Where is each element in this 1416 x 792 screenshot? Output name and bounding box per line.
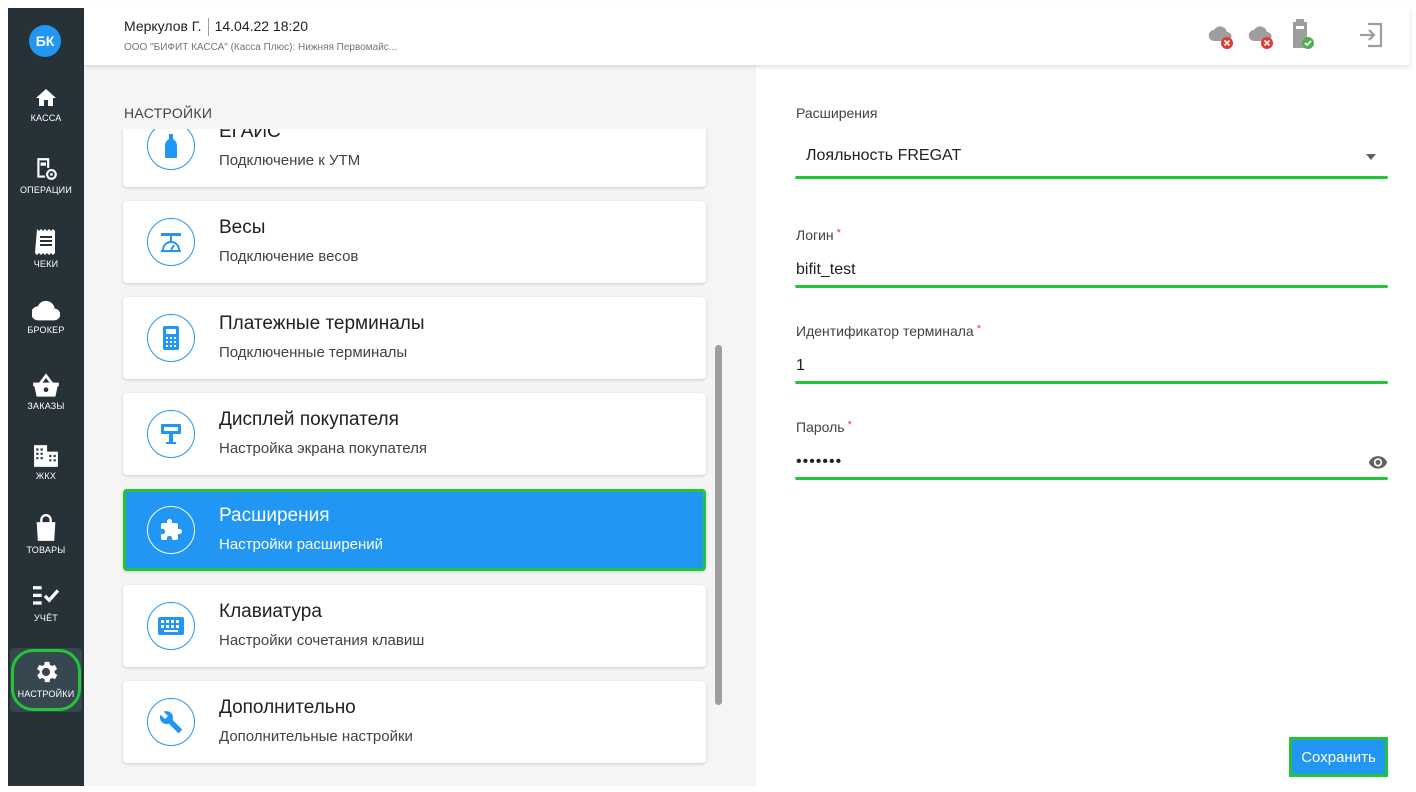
operations-icon [37,158,57,180]
display-icon [147,410,195,458]
shopping-bag-icon [36,514,56,541]
scrollbar-thumb[interactable] [715,345,722,705]
terminal-id-label-text: Идентификатор терминала [796,323,974,339]
wrench-icon [147,698,195,746]
sidebar-item-label: ОПЕРАЦИИ [19,185,73,195]
user-name: Меркулов Г. [124,18,202,34]
settings-item-title: Дисплей покупателя [219,409,399,430]
required-mark: * [836,227,841,239]
sidebar-item-label: УЧЁТ [33,613,59,623]
extension-settings-form: Расширения Лояльность FREGAT Логин * bifi… [756,65,1410,786]
receipt-icon [35,229,55,255]
settings-item-title: Расширения [219,505,330,526]
sidebar-item-label: ЧЕКИ [33,259,59,269]
sidebar-item-operations[interactable]: ОПЕРАЦИИ [8,156,84,220]
cloud-icon [32,300,60,321]
settings-list: ЕГАИС Подключение к УТМ Весы Подключение… [84,129,756,786]
password-input-underline [795,477,1388,480]
sidebar-item-accounting[interactable]: УЧЁТ [8,584,84,648]
settings-item-subtitle: Подключенные терминалы [219,344,408,361]
divider [207,18,209,37]
terminal-id-label: Идентификатор терминала * [796,323,981,339]
building-icon [34,445,58,467]
login-input-underline [795,285,1388,288]
sidebar-item-settings[interactable]: НАСТРОЙКИ [10,648,82,712]
sidebar-item-housing[interactable]: ЖКХ [8,444,84,508]
password-label-text: Пароль [796,419,845,435]
sidebar-item-label: КАССА [30,113,62,123]
sidebar-item-label: ЗАКАЗЫ [27,401,65,411]
sidebar-item-label: БРОКЕР [27,325,65,335]
extension-select-underline [795,176,1388,179]
sidebar-item-receipts[interactable]: ЧЕКИ [8,228,84,292]
keyboard-icon [147,602,195,650]
settings-item-title: Весы [219,217,266,238]
home-icon [36,89,56,106]
login-input[interactable]: bifit_test [796,261,856,279]
settings-item-subtitle: Настройка экрана покупателя [219,440,427,457]
sidebar-item-label: ЖКХ [35,471,57,481]
settings-item-payment-terminals[interactable]: Платежные терминалы Подключенные термина… [123,297,706,379]
settings-item-scales[interactable]: Весы Подключение весов [123,201,706,283]
settings-item-customer-display[interactable]: Дисплей покупателя Настройка экрана поку… [123,393,706,475]
settings-item-subtitle: Настройки расширений [219,536,384,553]
settings-item-subtitle: Подключение к УТМ [219,152,361,169]
password-label: Пароль * [796,419,852,435]
organization-name: ООО "БИФИТ КАССА" (Касса Плюс): Нижняя П… [124,42,398,53]
battery-ok-icon[interactable] [1288,18,1318,57]
chevron-down-icon[interactable] [1366,154,1376,160]
login-label-text: Логин [796,227,834,243]
password-input[interactable]: ••••••• [796,453,842,471]
settings-item-title: Клавиатура [219,601,322,622]
avatar[interactable]: БК [29,25,61,57]
login-label: Логин * [796,227,841,243]
header: Меркулов Г. 14.04.22 18:20 ООО "БИФИТ КАС… [84,8,1410,65]
user-info: Меркулов Г. 14.04.22 18:20 [124,18,308,37]
sidebar-item-goods[interactable]: ТОВАРЫ [8,514,84,578]
settings-item-title: Платежные терминалы [219,313,425,334]
page-title: НАСТРОЙКИ [124,105,213,121]
cloud-error-icon[interactable] [1246,22,1276,57]
puzzle-icon [147,506,195,554]
terminal-id-input[interactable]: 1 [796,357,805,375]
settings-item-keyboard[interactable]: Клавиатура Настройки сочетания клавиш [123,585,706,667]
required-mark: * [976,323,981,335]
settings-item-subtitle: Подключение весов [219,248,359,265]
settings-item-extensions[interactable]: Расширения Настройки расширений [123,489,706,571]
basket-icon [33,373,59,397]
logout-icon[interactable] [1356,20,1386,55]
extension-select[interactable]: Лояльность FREGAT [806,147,961,165]
datetime: 14.04.22 18:20 [214,18,308,34]
save-button[interactable]: Сохранить [1289,737,1388,777]
settings-item-additional[interactable]: Дополнительно Дополнительные настройки [123,681,706,763]
checklist-icon [33,586,60,605]
sidebar: БК КАССА ОПЕРАЦИИ ЧЕКИ БРОКЕР ЗАКАЗЫ ЖКХ… [8,8,84,786]
sidebar-item-orders[interactable]: ЗАКАЗЫ [8,372,84,436]
calculator-icon [147,314,195,362]
sidebar-item-broker[interactable]: БРОКЕР [8,300,84,364]
sidebar-item-kassa[interactable]: КАССА [8,86,84,150]
settings-item-egais[interactable]: ЕГАИС Подключение к УТМ [123,129,706,187]
settings-item-title: ЕГАИС [219,129,281,142]
eye-icon[interactable] [1368,454,1388,475]
required-mark: * [847,419,852,431]
settings-item-title: Дополнительно [219,697,356,718]
cloud-error-icon[interactable] [1206,22,1236,57]
active-highlight [11,649,81,711]
settings-item-subtitle: Дополнительные настройки [219,728,413,745]
extension-label: Расширения [796,105,878,121]
settings-panel: НАСТРОЙКИ ЕГАИС Подключение к УТМ Весы П… [84,65,756,786]
settings-item-subtitle: Настройки сочетания клавиш [219,632,425,649]
bottle-icon [147,129,195,170]
scales-icon [147,218,195,266]
terminal-id-input-underline [795,381,1388,384]
sidebar-item-label: ТОВАРЫ [26,545,66,555]
